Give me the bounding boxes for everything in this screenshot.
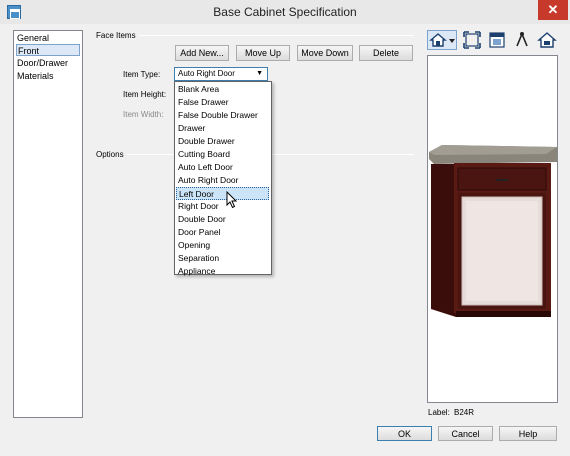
preview-toolbar	[427, 30, 560, 52]
options-group-label: Options	[93, 150, 127, 159]
label-value: B24R	[454, 408, 475, 417]
face-items-group-label: Face Items	[93, 31, 139, 40]
category-item-general[interactable]: General	[16, 32, 80, 44]
cabinet-preview-image	[429, 145, 557, 317]
dropdown-option[interactable]: Right Door	[176, 200, 269, 213]
mouse-cursor-icon	[226, 191, 238, 209]
dropdown-option[interactable]: Auto Left Door	[176, 161, 269, 174]
camera-view-icon[interactable]	[427, 30, 457, 50]
category-item-materials[interactable]: Materials	[16, 70, 80, 82]
dropdown-option[interactable]: Opening	[176, 239, 269, 252]
camera-icon[interactable]	[537, 30, 557, 50]
render-view-icon[interactable]	[487, 30, 507, 50]
item-type-label: Item Type:	[123, 70, 161, 79]
move-down-button[interactable]: Move Down	[297, 45, 353, 61]
move-up-button[interactable]: Move Up	[236, 45, 290, 61]
dropdown-option[interactable]: Auto Right Door	[176, 174, 269, 187]
dropdown-arrow-icon	[449, 39, 455, 43]
category-item-door-drawer[interactable]: Door/Drawer	[16, 57, 80, 69]
fill-window-icon[interactable]	[462, 30, 482, 50]
item-width-label: Item Width:	[123, 110, 164, 119]
label-caption: Label:	[428, 408, 450, 417]
help-button[interactable]: Help	[499, 426, 557, 441]
preview-pane[interactable]	[427, 55, 558, 403]
item-type-select[interactable]: Auto Right Door ▼	[174, 67, 268, 81]
item-type-dropdown[interactable]: Blank Area False Drawer False Double Dra…	[174, 81, 272, 278]
dropdown-option[interactable]: Door Panel	[176, 226, 269, 239]
delete-button[interactable]: Delete	[359, 45, 413, 61]
dropdown-option[interactable]: Appliance	[176, 265, 269, 278]
window-title: Base Cabinet Specification	[213, 5, 357, 19]
dropdown-option-highlighted[interactable]: Left Door	[176, 187, 269, 200]
add-new-button[interactable]: Add New...	[175, 45, 229, 61]
dropdown-option[interactable]: False Drawer	[176, 96, 269, 109]
dropdown-option[interactable]: Blank Area	[176, 83, 269, 96]
item-type-value: Auto Right Door	[178, 69, 235, 78]
dropdown-option[interactable]: Double Drawer	[176, 135, 269, 148]
close-button[interactable]: ✕	[538, 0, 568, 20]
dropdown-option[interactable]: Cutting Board	[176, 148, 269, 161]
chevron-down-icon: ▼	[256, 70, 263, 77]
category-list[interactable]: General Front Door/Drawer Materials	[13, 30, 83, 418]
face-items-group-line	[132, 35, 414, 36]
item-height-label: Item Height:	[123, 90, 167, 99]
cancel-button[interactable]: Cancel	[438, 426, 493, 441]
ok-button[interactable]: OK	[377, 426, 432, 441]
dropdown-option[interactable]: Double Door	[176, 213, 269, 226]
dropdown-option[interactable]: Separation	[176, 252, 269, 265]
dropdown-option[interactable]: Drawer	[176, 122, 269, 135]
category-item-front[interactable]: Front	[16, 44, 80, 56]
select-tool-icon[interactable]	[512, 30, 532, 50]
dropdown-option[interactable]: False Double Drawer	[176, 109, 269, 122]
